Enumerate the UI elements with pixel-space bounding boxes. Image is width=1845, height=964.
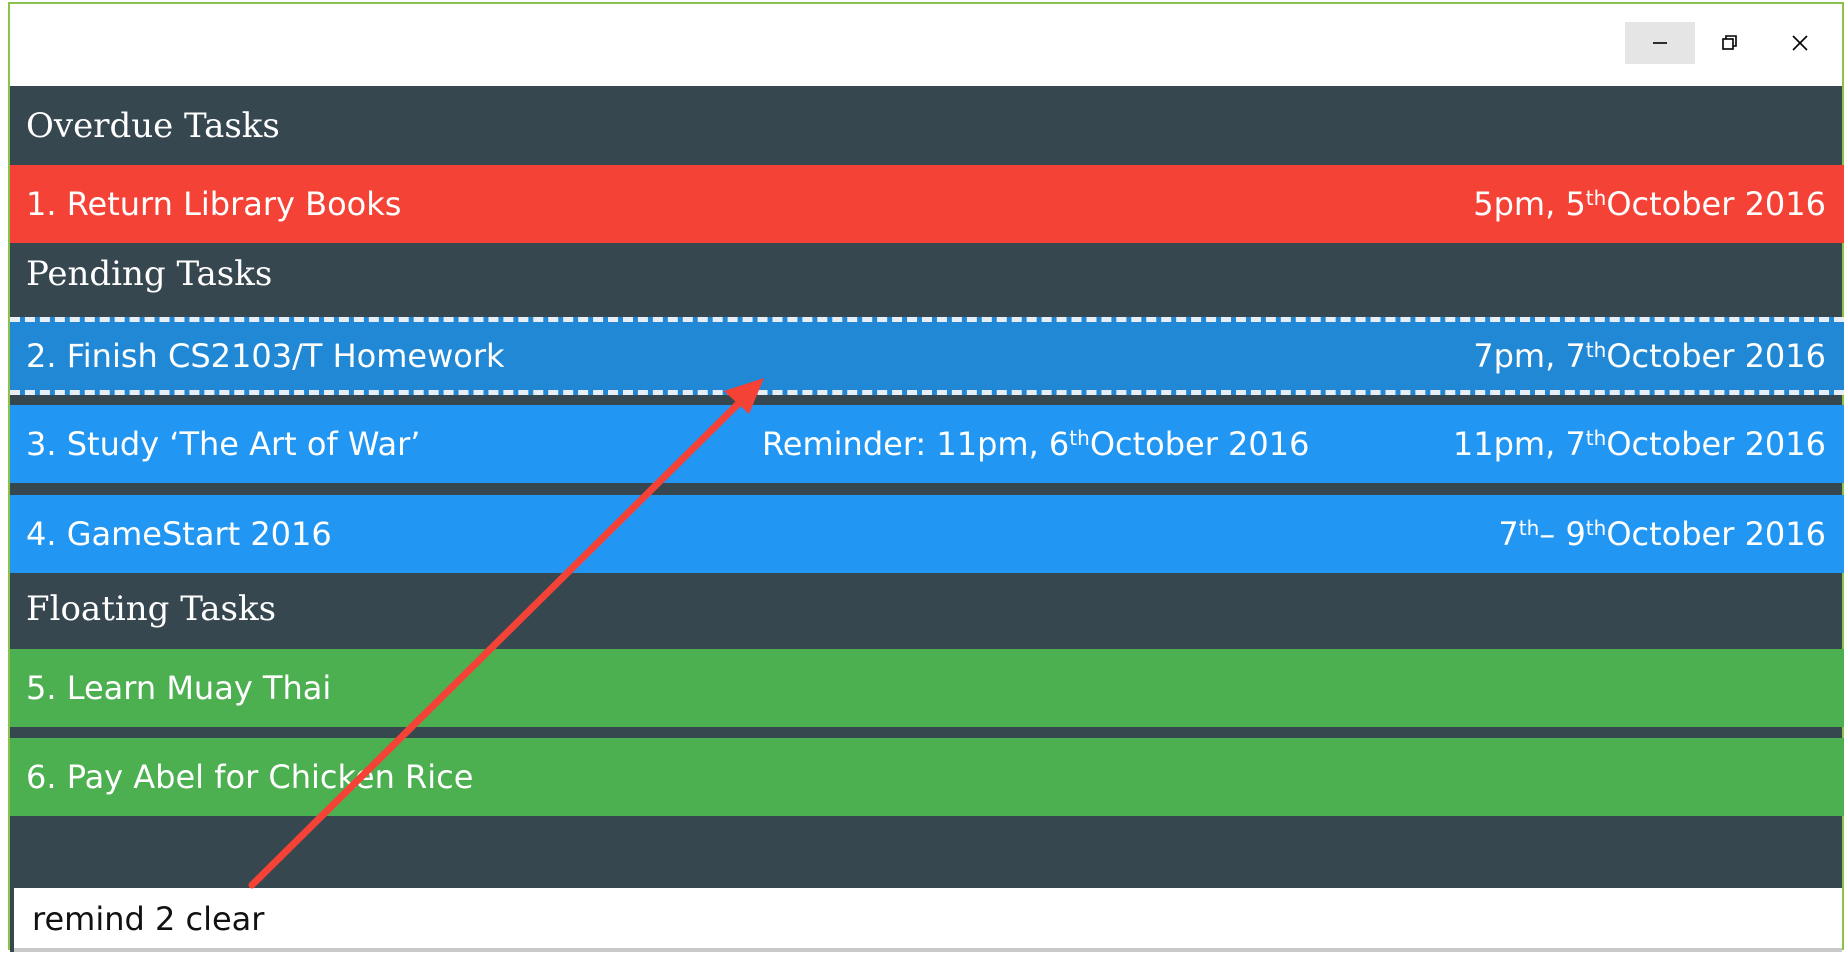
- restore-icon: [1722, 35, 1737, 50]
- command-bar: [14, 888, 1842, 950]
- task-reminder: Reminder: 11pm, 6th October 2016: [762, 425, 1310, 463]
- task-row-6[interactable]: 6. Pay Abel for Chicken Rice: [10, 738, 1844, 816]
- task-title: 1. Return Library Books: [26, 185, 402, 223]
- task-row-3[interactable]: 3. Study ‘The Art of War’ Reminder: 11pm…: [10, 405, 1844, 483]
- task-row-4[interactable]: 4. GameStart 2016 7th – 9th October 2016: [10, 495, 1844, 573]
- task-title: 4. GameStart 2016: [26, 515, 332, 553]
- task-date: 7pm, 7th October 2016: [1473, 337, 1826, 375]
- task-list-panel: Overdue Tasks 1. Return Library Books 5p…: [10, 86, 1844, 952]
- task-date: 7th – 9th October 2016: [1498, 515, 1826, 553]
- pending-section-title: Pending Tasks: [26, 254, 273, 294]
- task-date: 5pm, 5th October 2016: [1473, 185, 1826, 223]
- app-window: Overdue Tasks 1. Return Library Books 5p…: [8, 2, 1844, 952]
- overdue-section-header: Overdue Tasks: [26, 86, 280, 166]
- command-bar-border: [14, 948, 1842, 952]
- task-row-5[interactable]: 5. Learn Muay Thai: [10, 649, 1844, 727]
- task-title: 5. Learn Muay Thai: [26, 669, 332, 707]
- title-bar: [10, 4, 1842, 86]
- pending-section-header: Pending Tasks: [26, 239, 272, 309]
- task-date: 11pm, 7th October 2016: [1452, 425, 1826, 463]
- minimize-button[interactable]: [1625, 22, 1695, 64]
- close-button[interactable]: [1765, 22, 1835, 64]
- close-icon: [1792, 35, 1808, 51]
- task-title: 3. Study ‘The Art of War’: [26, 425, 421, 463]
- task-title: 6. Pay Abel for Chicken Rice: [26, 758, 474, 796]
- minimize-icon: [1653, 42, 1667, 44]
- task-title: 2. Finish CS2103/T Homework: [26, 337, 505, 375]
- floating-section-title: Floating Tasks: [26, 589, 277, 629]
- task-row-1[interactable]: 1. Return Library Books 5pm, 5th October…: [10, 165, 1844, 243]
- floating-section-header: Floating Tasks: [26, 573, 276, 645]
- overdue-section-title: Overdue Tasks: [26, 106, 280, 146]
- restore-button[interactable]: [1695, 22, 1765, 64]
- task-row-2[interactable]: 2. Finish CS2103/T Homework 7pm, 7th Oct…: [10, 317, 1844, 395]
- command-input[interactable]: [14, 888, 1842, 950]
